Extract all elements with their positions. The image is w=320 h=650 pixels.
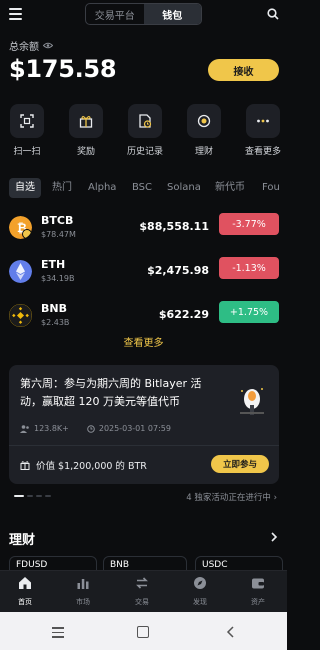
quick-action-more[interactable]: 查看更多: [238, 104, 288, 157]
market-tabs: 自选 热门 Alpha BSC Solana 新代币 Fou: [0, 178, 287, 200]
nav-label: 市场: [76, 598, 90, 606]
promo-title: 第六周：参与为期六周的 Bitlayer 活动，赢取超 120 万美元等值代币: [20, 377, 202, 408]
earn-section-title: 理财: [9, 533, 36, 548]
chevron-right-icon[interactable]: [270, 532, 278, 542]
coin-symbol: BNB: [41, 302, 67, 315]
wallet-icon: [252, 578, 264, 589]
nav-label: 资产: [251, 598, 265, 606]
promo-prize: 价值 $1,200,000 的 BTR: [36, 461, 147, 472]
system-navigation-bar: [0, 612, 287, 650]
total-balance: $175.58: [9, 55, 117, 83]
bnb-icon: [9, 304, 32, 327]
coin-market-cap: $2.43B: [41, 318, 70, 327]
promo-date: 2025-03-01 07:59: [98, 424, 171, 433]
quick-action-earn[interactable]: 理财: [179, 104, 229, 157]
history-icon: [139, 114, 152, 128]
coin-row-btcb[interactable]: ₿ BTCB $78.47M $88,558.11 -3.77%: [0, 210, 287, 250]
users-icon: [20, 424, 29, 433]
home-button-icon[interactable]: [137, 626, 149, 638]
more-icon: [257, 119, 269, 123]
scan-icon: [20, 114, 34, 128]
nav-label: 交易: [135, 598, 149, 606]
balance-label: 总余额: [9, 42, 39, 53]
promo-prize-row: 价值 $1,200,000 的 BTR: [20, 458, 147, 472]
quick-action-label: 查看更多: [244, 147, 281, 157]
promo-meta: 123.8K+ 2025-03-01 07:59: [20, 424, 171, 433]
join-now-button[interactable]: 立即参与: [211, 455, 269, 473]
coin-change-badge: +1.75%: [219, 301, 279, 323]
carousel-indicator: [14, 495, 51, 497]
nav-assets[interactable]: 资产: [238, 575, 278, 607]
quick-action-rewards[interactable]: 奖励: [61, 104, 111, 157]
home-icon: [19, 577, 31, 589]
btcb-icon: ₿: [9, 216, 32, 239]
receive-button[interactable]: 接收: [208, 59, 279, 81]
quick-action-label: 扫一扫: [13, 147, 41, 157]
eye-icon[interactable]: [43, 42, 53, 49]
tab-exchange[interactable]: 交易平台: [86, 4, 144, 24]
earn-product-name: FDUSD: [16, 560, 48, 570]
coin-price: $88,558.11: [139, 220, 209, 233]
quick-action-label: 理财: [194, 147, 213, 157]
coin-symbol: BTCB: [41, 214, 74, 227]
coin-change-badge: -1.13%: [219, 257, 279, 279]
divider: [9, 445, 279, 446]
nav-label: 发现: [193, 598, 207, 606]
balance-label-row: 总余额: [9, 38, 53, 53]
quick-action-scan[interactable]: 扫一扫: [2, 104, 52, 157]
search-icon[interactable]: [267, 8, 279, 20]
nav-home[interactable]: 首页: [5, 575, 45, 607]
swap-icon: [136, 577, 148, 589]
coin-row-bnb[interactable]: BNB $2.43B $622.29 +1.75%: [0, 298, 287, 338]
bar-chart-icon: [77, 579, 89, 589]
see-more-link[interactable]: 查看更多: [0, 334, 287, 349]
quick-action-label: 奖励: [76, 147, 95, 157]
tab-fourmeme[interactable]: Fou: [262, 178, 280, 198]
coin-row-eth[interactable]: ETH $34.19B $2,475.98 -1.13%: [0, 254, 287, 294]
tab-watchlist[interactable]: 自选: [9, 178, 41, 198]
menu-icon[interactable]: [9, 8, 22, 20]
bottom-navigation: 首页 市场 交易 发现 资产: [0, 570, 287, 612]
quick-action-history[interactable]: 历史记录: [120, 104, 170, 157]
tab-hot[interactable]: 热门: [52, 178, 72, 198]
recents-icon[interactable]: [52, 627, 64, 638]
compass-icon: [194, 577, 206, 589]
back-icon[interactable]: [226, 626, 235, 638]
tab-wallet[interactable]: 钱包: [143, 4, 201, 24]
coin-market-cap: $34.19B: [41, 274, 75, 283]
top-bar: 交易平台 钱包: [0, 0, 287, 28]
clock-icon: [87, 424, 95, 433]
nav-markets[interactable]: 市场: [63, 575, 103, 607]
earn-product-name: BNB: [110, 560, 130, 570]
coin-market-cap: $78.47M: [41, 230, 76, 239]
participant-count: 123.8K+: [34, 424, 69, 433]
ongoing-campaigns-link[interactable]: 4 独家活动正在进行中 ›: [186, 491, 277, 503]
coin-change-badge: -3.77%: [219, 213, 279, 235]
quick-actions: 扫一扫 奖励 历史记录 理财 查看更多: [0, 104, 287, 164]
tab-alpha[interactable]: Alpha: [88, 178, 116, 198]
gift-icon: [79, 115, 93, 128]
tab-new-tokens[interactable]: 新代币: [215, 178, 245, 198]
nav-trade[interactable]: 交易: [122, 575, 162, 607]
coin-price: $2,475.98: [147, 264, 209, 277]
tab-solana[interactable]: Solana: [167, 178, 201, 198]
gift-icon: [20, 461, 30, 470]
earn-product-name: USDC: [202, 560, 228, 570]
tab-bsc[interactable]: BSC: [132, 178, 152, 198]
coin-price: $622.29: [158, 308, 209, 321]
earn-icon: [197, 114, 211, 128]
coin-symbol: ETH: [41, 258, 66, 271]
promo-card[interactable]: 第六周：参与为期六周的 Bitlayer 活动，赢取超 120 万美元等值代币 …: [9, 365, 279, 484]
mascot-icon: [240, 388, 264, 415]
chevron-right-icon: ›: [273, 493, 277, 503]
ongoing-text: 4 独家活动正在进行中: [186, 493, 271, 503]
mode-switch: 交易平台 钱包: [85, 3, 202, 25]
eth-icon: [9, 260, 32, 283]
nav-discover[interactable]: 发现: [180, 575, 220, 607]
quick-action-label: 历史记录: [126, 147, 163, 157]
nav-label: 首页: [18, 598, 32, 606]
